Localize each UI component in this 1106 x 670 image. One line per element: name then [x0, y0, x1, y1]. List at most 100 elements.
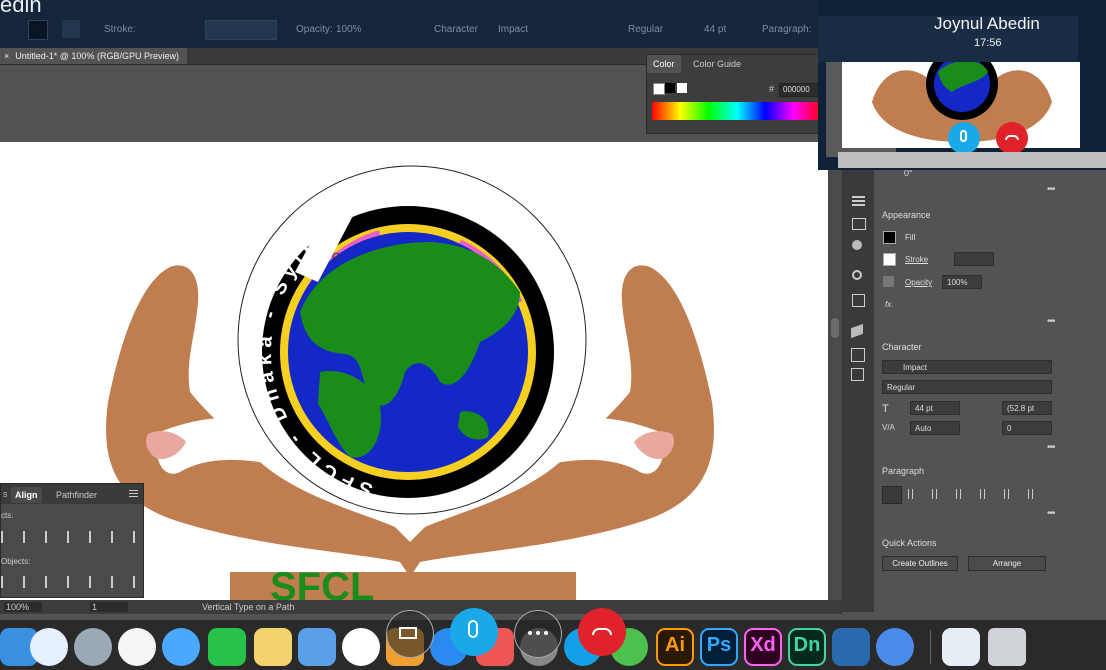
mute-button[interactable] [948, 122, 980, 154]
align-objects-label: cts: [1, 511, 14, 520]
artboard-number[interactable]: 1 [90, 602, 128, 612]
font-family-select[interactable]: Impact [882, 360, 1052, 374]
font-size-input[interactable]: 44 pt [910, 401, 960, 415]
panel-icon-strip [842, 162, 874, 612]
launchpad-icon[interactable] [74, 628, 112, 666]
fx-button[interactable]: fx. [885, 300, 893, 309]
current-tool-name[interactable]: Vertical Type on a Path [202, 602, 294, 612]
dock-phone-icon [592, 628, 612, 635]
paragraph-more-icon[interactable]: ••• [1047, 508, 1055, 519]
scrollbar-thumb[interactable] [831, 318, 839, 338]
stroke-swatch-panel[interactable] [883, 253, 896, 266]
align-panel: s Align Pathfinder cts: Objects: [0, 483, 144, 598]
color-panel: Color Color Guide # 000000 [646, 54, 828, 134]
more-options-icon[interactable]: ••• [1047, 184, 1055, 195]
size-value[interactable]: 44 pt [704, 24, 726, 35]
panel-menu-icon[interactable] [129, 490, 138, 491]
phone-icon [1005, 135, 1019, 140]
dimension-label: Dn [793, 634, 821, 656]
export-icon[interactable] [851, 348, 865, 362]
font-size-icon: T [882, 403, 889, 415]
video-off-icon [399, 627, 417, 639]
stroke-weight-field[interactable] [205, 20, 277, 40]
microphone-icon [960, 130, 967, 142]
libraries-icon[interactable] [852, 218, 866, 230]
illustrator-label: Ai [665, 634, 685, 656]
properties-icon[interactable] [852, 196, 865, 198]
more-call-options-button[interactable] [514, 610, 562, 658]
tab-color-guide[interactable]: Color Guide [687, 55, 747, 73]
kerning-input[interactable]: Auto [910, 421, 960, 435]
downloads-stack-icon[interactable] [942, 628, 980, 666]
distribute-objects-buttons[interactable] [1, 576, 141, 588]
align-objects-buttons[interactable] [1, 531, 141, 543]
video-toggle-button[interactable] [386, 610, 434, 658]
hex-hash: # [769, 84, 775, 94]
trash-icon[interactable] [988, 628, 1026, 666]
appearance-more-icon[interactable]: ••• [1047, 316, 1055, 327]
character-label[interactable]: Character [434, 24, 478, 35]
symbols-icon[interactable] [852, 294, 865, 307]
stroke-label: Stroke: [104, 24, 136, 35]
color-spectrum[interactable] [652, 102, 822, 120]
appearance-icon[interactable] [852, 240, 862, 250]
bottom-text: SFCL [270, 565, 374, 600]
notes-icon[interactable] [254, 628, 292, 666]
arrange-button[interactable]: Arrange [968, 556, 1046, 571]
messages-icon[interactable] [162, 628, 200, 666]
photoshop-label: Ps [706, 634, 732, 656]
font-value[interactable]: Impact [498, 24, 528, 35]
layers-icon[interactable] [851, 323, 863, 339]
fill-swatch[interactable] [28, 20, 48, 40]
zoom-select[interactable]: 100% [4, 602, 42, 612]
font-style-select[interactable]: Regular [882, 380, 1052, 394]
opacity-input[interactable]: 100% [942, 275, 982, 289]
safari-icon[interactable] [30, 628, 68, 666]
paragraph-alignment-buttons[interactable] [908, 489, 1048, 499]
white-swatch[interactable] [677, 83, 687, 93]
create-outlines-button[interactable]: Create Outlines [882, 556, 958, 571]
style-value[interactable]: Regular [628, 24, 663, 35]
opacity-value[interactable]: 100% [336, 24, 362, 35]
distribute-objects-label: Objects: [1, 557, 31, 566]
brightness-icon[interactable] [852, 270, 862, 280]
none-swatch[interactable] [653, 83, 665, 95]
tab-color[interactable]: Color [647, 55, 681, 73]
keynote-icon[interactable] [298, 628, 336, 666]
paragraph-label[interactable]: Paragraph: [762, 24, 811, 35]
dock-divider [930, 630, 931, 664]
stroke-label-panel[interactable]: Stroke [905, 255, 928, 264]
dock-mute-button[interactable] [450, 608, 498, 656]
dock-hang-up-button[interactable] [578, 608, 626, 656]
black-swatch[interactable] [665, 83, 675, 93]
character-more-icon[interactable]: ••• [1047, 442, 1055, 453]
itunes-icon[interactable] [342, 628, 380, 666]
preview-dock [838, 152, 1106, 168]
voice-icon[interactable] [876, 628, 914, 666]
appearance-title: Appearance [882, 210, 931, 220]
paragraph-title: Paragraph [882, 466, 925, 476]
close-icon[interactable]: × [4, 51, 9, 61]
opacity-label: Opacity: [296, 24, 333, 35]
tracking-input[interactable]: 0 [1002, 421, 1052, 435]
tab-pathfinder[interactable]: Pathfinder [56, 490, 97, 500]
tab-transform[interactable]: s [3, 489, 8, 499]
artboards-icon[interactable] [851, 368, 864, 381]
call-overlay[interactable]: Joynul Abedin 17:56 [818, 0, 1106, 170]
document-tab[interactable]: × Untitled-1* @ 100% (RGB/GPU Preview) [0, 48, 187, 64]
hang-up-button[interactable] [996, 122, 1028, 154]
stroke-swatch[interactable] [62, 20, 80, 38]
align-left-button[interactable] [882, 486, 902, 504]
xd-label: Xd [750, 634, 776, 656]
stroke-weight-input[interactable] [954, 252, 994, 266]
document-tab-title: Untitled-1* @ 100% (RGB/GPU Preview) [15, 51, 179, 61]
photos-icon[interactable] [118, 628, 156, 666]
opacity-label-panel[interactable]: Opacity [905, 278, 932, 287]
caller-name: Joynul Abedin [934, 14, 1040, 33]
window-title-fragment: edin [0, 0, 42, 17]
leading-input[interactable]: (52.8 pt [1002, 401, 1052, 415]
facetime-icon[interactable] [208, 628, 246, 666]
quicktime-icon[interactable] [832, 628, 870, 666]
fill-swatch-panel[interactable] [883, 231, 896, 244]
tab-align[interactable]: Align [11, 487, 42, 503]
